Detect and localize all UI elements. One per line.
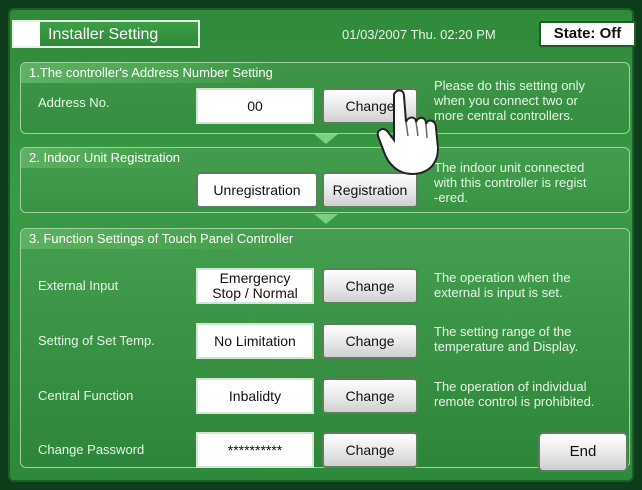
- change-password-label: Change Password: [38, 442, 145, 457]
- set-temp-note: The setting range of the temperature and…: [434, 324, 578, 354]
- note-line: external is input is set.: [434, 285, 563, 300]
- central-function-value: Inbalidty: [196, 378, 314, 414]
- central-function-label: Central Function: [38, 388, 134, 403]
- down-arrow-icon: [314, 214, 338, 224]
- note-line: with this controller is regist: [434, 175, 587, 190]
- section-3-title: 3. Function Settings of Touch Panel Cont…: [21, 229, 302, 249]
- state-badge: State: Off: [539, 21, 636, 47]
- note-line: more central controllers.: [434, 108, 574, 123]
- end-button[interactable]: End: [538, 432, 628, 472]
- title-box: Installer Setting: [12, 20, 200, 48]
- central-function-note: The operation of individual remote contr…: [434, 379, 594, 409]
- note-line: when you connect two or: [434, 93, 578, 108]
- external-input-change-button[interactable]: Change: [322, 268, 418, 304]
- down-arrow-icon: [314, 134, 338, 144]
- note-line: Please do this setting only: [434, 78, 586, 93]
- external-input-value: Emergency Stop / Normal: [196, 268, 314, 304]
- note-line: The setting range of the: [434, 324, 572, 339]
- external-input-value-line1: Emergency: [219, 270, 291, 287]
- change-password-button[interactable]: Change: [322, 432, 418, 468]
- datetime-display: 01/03/2007 Thu. 02:20 PM: [342, 27, 496, 42]
- external-input-note: The operation when the external is input…: [434, 270, 571, 300]
- set-temp-label: Setting of Set Temp.: [38, 333, 155, 348]
- note-line: The operation when the: [434, 270, 571, 285]
- address-note: Please do this setting only when you con…: [434, 78, 585, 123]
- note-line: -ered.: [434, 190, 468, 205]
- section-1-title: 1.The controller's Address Number Settin…: [21, 63, 281, 83]
- note-line: The operation of individual: [434, 379, 587, 394]
- password-value: **********: [196, 432, 314, 468]
- pointing-hand-icon: [376, 89, 440, 176]
- external-input-value-line2: Stop / Normal: [212, 285, 298, 301]
- title-bar: Installer Setting 01/03/2007 Thu. 02:20 …: [12, 20, 636, 48]
- set-temp-value: No Limitation: [196, 323, 314, 359]
- external-input-label: External Input: [38, 278, 119, 293]
- page-title: Installer Setting: [48, 26, 159, 43]
- address-label: Address No.: [38, 95, 110, 110]
- registration-note: The indoor unit connected with this cont…: [434, 160, 586, 205]
- note-line: temperature and Display.: [434, 339, 579, 354]
- note-line: The indoor unit connected: [434, 160, 585, 175]
- address-value: 00: [196, 88, 314, 124]
- unregistration-button[interactable]: Unregistration: [196, 172, 318, 208]
- title-square-icon: [14, 22, 40, 46]
- central-function-change-button[interactable]: Change: [322, 378, 418, 414]
- set-temp-change-button[interactable]: Change: [322, 323, 418, 359]
- section-2-title: 2. Indoor Unit Registration: [21, 148, 189, 168]
- note-line: remote control is prohibited.: [434, 394, 595, 409]
